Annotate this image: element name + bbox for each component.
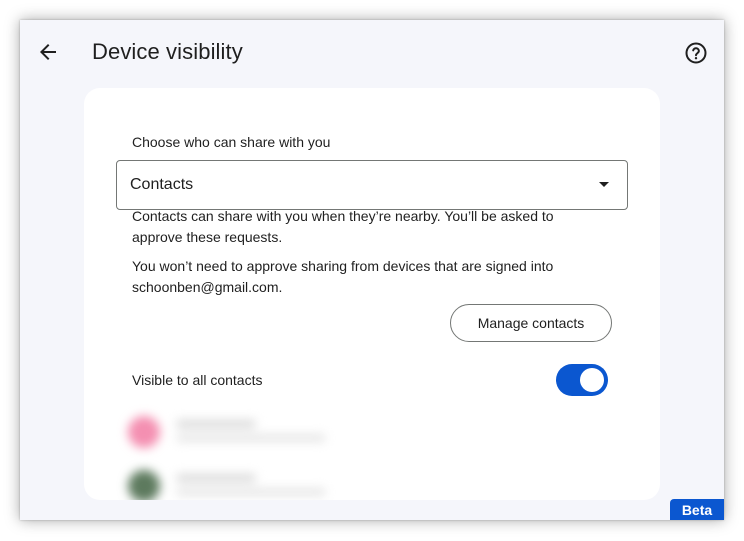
toggle-knob [580, 368, 604, 392]
share-section-label: Choose who can share with you [132, 134, 331, 150]
select-value: Contacts [130, 176, 194, 193]
contact-email-redacted [176, 488, 326, 496]
contact-email-redacted [176, 434, 326, 442]
beta-badge: Beta [670, 499, 724, 520]
arrow-back-icon [40, 44, 56, 60]
contact-name-redacted [176, 420, 256, 428]
contact-list-item[interactable] [124, 412, 344, 452]
manage-contacts-button[interactable]: Manage contacts [450, 304, 612, 342]
device-visibility-window: Device visibility Choose who can share w… [20, 20, 724, 520]
avatar [128, 416, 160, 448]
help-button[interactable] [684, 41, 708, 65]
header: Device visibility [20, 20, 724, 84]
visible-to-all-label: Visible to all contacts [132, 372, 263, 388]
contact-list-item[interactable] [124, 466, 344, 500]
signed-in-description: You won’t need to approve sharing from d… [132, 258, 554, 295]
visible-to-all-toggle[interactable] [556, 364, 608, 396]
page-title: Device visibility [92, 39, 243, 64]
contact-name-redacted [176, 474, 256, 482]
back-button[interactable] [36, 40, 60, 64]
settings-card: Choose who can share with you Contacts C… [84, 88, 660, 500]
share-description: Contacts can share with you when they’re… [132, 208, 554, 245]
dropdown-caret-icon [599, 182, 609, 187]
help-circle-icon [685, 42, 707, 64]
avatar [128, 470, 160, 500]
share-permission-select[interactable]: Contacts [116, 160, 628, 210]
